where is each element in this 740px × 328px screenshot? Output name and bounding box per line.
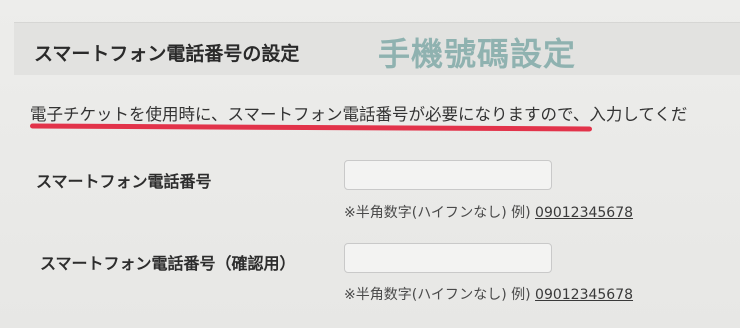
phone-number-example-link[interactable]: 09012345678	[535, 205, 633, 221]
phone-number-confirm-hint-text: ※半角数字(ハイフンなし) 例)	[344, 287, 531, 303]
section-title: スマートフォン電話番号の設定	[34, 43, 300, 65]
phone-number-hint-text: ※半角数字(ハイフンなし) 例)	[344, 205, 531, 221]
phone-settings-page: スマートフォン電話番号の設定 手機號碼設定 電子チケットを使用時に、スマートフォ…	[0, 0, 740, 328]
phone-number-confirm-input[interactable]	[344, 243, 552, 273]
phone-number-confirm-hint: ※半角数字(ハイフンなし) 例) 09012345678	[344, 284, 633, 304]
overlay-caption: 手機號碼設定	[378, 35, 577, 73]
section-header: スマートフォン電話番号の設定 手機號碼設定	[14, 22, 740, 75]
phone-number-input[interactable]	[344, 160, 552, 190]
phone-number-confirm-label: スマートフォン電話番号（確認用）	[40, 254, 296, 273]
phone-number-label: スマートフォン電話番号	[36, 172, 212, 191]
notice-text: 電子チケットを使用時に、スマートフォン電話番号が必要になりますので、入力してくだ	[30, 105, 688, 124]
phone-number-confirm-example-link[interactable]: 09012345678	[535, 287, 633, 303]
phone-number-hint: ※半角数字(ハイフンなし) 例) 09012345678	[344, 202, 633, 222]
